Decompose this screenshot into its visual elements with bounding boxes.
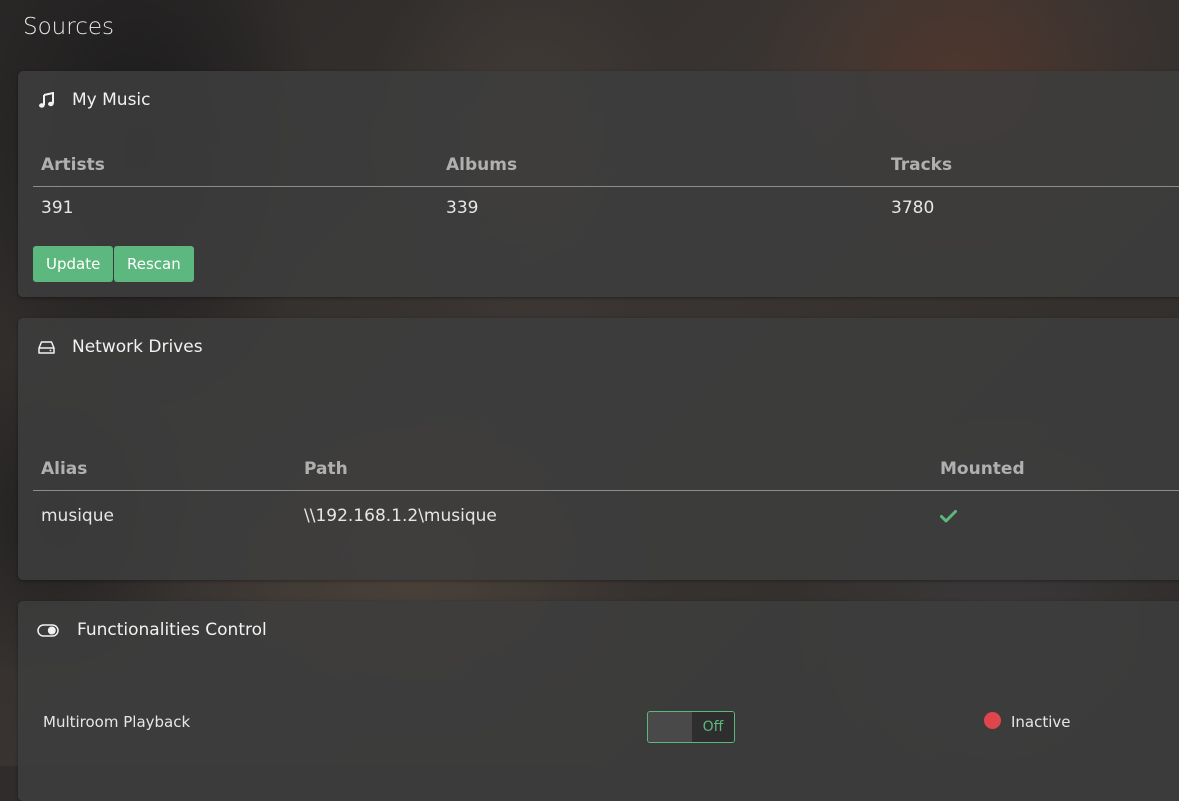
network-drives-title: Network Drives <box>72 337 203 357</box>
multiroom-status: Inactive <box>984 711 1071 731</box>
library-stats-table: Artists Albums Tracks 391 339 3780 <box>33 144 1179 229</box>
my-music-title: My Music <box>72 90 151 110</box>
column-header-path: Path <box>296 448 932 491</box>
functionalities-header: Functionalities Control <box>37 620 267 640</box>
drive-mounted-cell <box>932 491 1179 542</box>
table-header-row: Alias Path Mounted <box>33 448 1179 491</box>
hard-drive-icon <box>37 338 55 356</box>
toggle-icon <box>37 621 59 639</box>
music-note-icon <box>37 91 55 109</box>
column-header-tracks: Tracks <box>883 144 1179 187</box>
artists-count: 391 <box>41 198 74 218</box>
network-drives-table: Alias Path Mounted musique \\192.168.1.2… <box>33 448 1179 541</box>
update-button[interactable]: Update <box>33 246 114 282</box>
page-title: Sources <box>23 14 114 40</box>
table-row: 391 339 3780 <box>33 187 1179 230</box>
multiroom-playback-toggle[interactable]: Off <box>647 711 735 743</box>
table-header-row: Artists Albums Tracks <box>33 144 1179 187</box>
my-music-panel: My Music Artists Albums Tracks 391 339 3… <box>18 71 1179 297</box>
toggle-knob <box>648 712 692 742</box>
network-drives-header: Network Drives <box>37 337 203 357</box>
column-header-albums: Albums <box>438 144 883 187</box>
rescan-button[interactable]: Rescan <box>114 246 194 282</box>
drive-alias: musique <box>41 506 114 526</box>
multiroom-playback-label: Multiroom Playback <box>43 713 191 731</box>
column-header-alias: Alias <box>33 448 296 491</box>
toggle-state-label: Off <box>692 712 734 742</box>
functionalities-title: Functionalities Control <box>77 620 267 640</box>
my-music-header: My Music <box>37 90 151 110</box>
network-drives-panel: Network Drives Alias Path Mounted musiqu… <box>18 318 1179 580</box>
status-dot-icon <box>984 711 1001 729</box>
albums-count: 339 <box>446 198 479 218</box>
functionalities-panel: Functionalities Control Multiroom Playba… <box>18 601 1179 801</box>
column-header-artists: Artists <box>33 144 438 187</box>
column-header-mounted: Mounted <box>932 448 1179 491</box>
drive-path: \\192.168.1.2\musique <box>304 506 497 526</box>
status-label: Inactive <box>1011 713 1071 731</box>
tracks-count: 3780 <box>891 198 935 218</box>
checkmark-icon <box>940 504 957 528</box>
table-row[interactable]: musique \\192.168.1.2\musique <box>33 491 1179 542</box>
